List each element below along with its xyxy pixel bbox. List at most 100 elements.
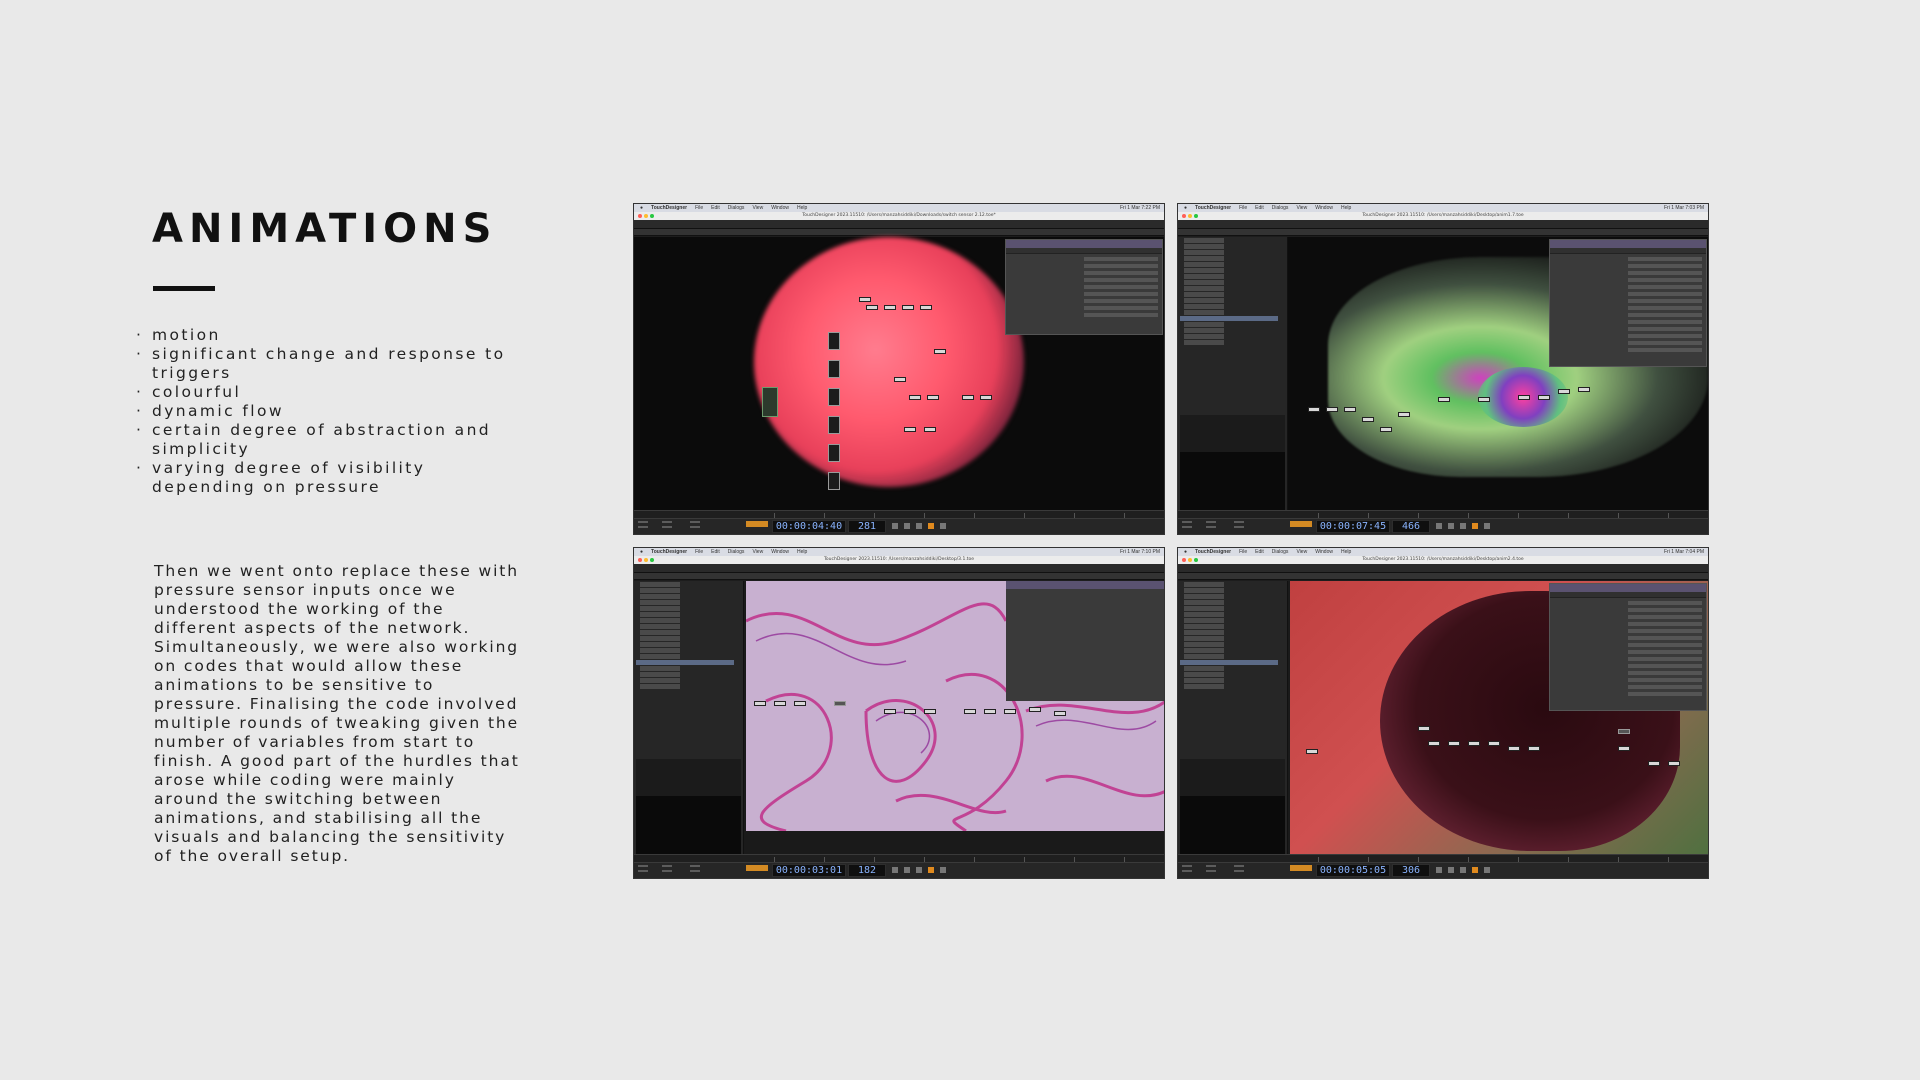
menu-edit[interactable]: Edit xyxy=(1255,205,1264,211)
operator-node[interactable] xyxy=(866,305,878,310)
operator-node[interactable] xyxy=(1448,741,1460,746)
timeline-ruler[interactable] xyxy=(1178,855,1708,863)
operator-node[interactable] xyxy=(1326,407,1338,412)
timecode-toggle[interactable] xyxy=(1290,865,1312,871)
menu-file[interactable]: File xyxy=(1239,205,1247,211)
menu-view[interactable]: View xyxy=(1296,205,1307,211)
operator-node[interactable] xyxy=(934,349,946,354)
parameter-panel[interactable] xyxy=(1549,239,1707,367)
menu-window[interactable]: Window xyxy=(771,205,789,211)
operator-node[interactable] xyxy=(902,305,914,310)
operator-node[interactable] xyxy=(904,427,916,432)
operator-node[interactable] xyxy=(962,395,974,400)
timeline[interactable]: 00:00:07:45 466 xyxy=(1178,510,1708,534)
operator-node[interactable] xyxy=(1508,746,1520,751)
operator-node[interactable] xyxy=(1478,397,1490,402)
operator-node[interactable] xyxy=(1398,412,1410,417)
operator-node[interactable] xyxy=(1380,427,1392,432)
menu-view[interactable]: View xyxy=(752,549,763,555)
timecode-display[interactable]: 00:00:07:45 xyxy=(1316,520,1390,533)
palette-browser[interactable] xyxy=(1178,581,1288,854)
stop-icon[interactable] xyxy=(916,523,922,529)
frame-display[interactable]: 281 xyxy=(848,520,886,533)
step-back-icon[interactable] xyxy=(904,867,910,873)
play-icon[interactable] xyxy=(928,523,934,529)
step-back-icon[interactable] xyxy=(1448,523,1454,529)
operator-node[interactable] xyxy=(1618,729,1630,734)
menu-help[interactable]: Help xyxy=(1341,205,1351,211)
operator-node[interactable] xyxy=(1528,746,1540,751)
timeline-ruler[interactable] xyxy=(634,855,1164,863)
play-icon[interactable] xyxy=(1472,867,1478,873)
operator-node[interactable] xyxy=(1054,711,1066,716)
palette-browser[interactable] xyxy=(634,581,744,854)
timecode-display[interactable]: 00:00:05:05 xyxy=(1316,864,1390,877)
operator-node[interactable] xyxy=(1308,407,1320,412)
operator-node[interactable] xyxy=(1468,741,1480,746)
parameter-panel[interactable] xyxy=(1005,239,1163,335)
timeline[interactable]: 00:00:03:01 182 xyxy=(634,854,1164,878)
operator-node[interactable] xyxy=(904,709,916,714)
operator-node[interactable] xyxy=(1438,397,1450,402)
operator-node[interactable] xyxy=(927,395,939,400)
operator-node[interactable] xyxy=(828,416,840,434)
menu-help[interactable]: Help xyxy=(797,549,807,555)
operator-node[interactable] xyxy=(884,709,896,714)
step-forward-icon[interactable] xyxy=(1484,867,1490,873)
operator-node[interactable] xyxy=(1488,741,1500,746)
operator-node[interactable] xyxy=(884,305,896,310)
network-editor[interactable] xyxy=(1178,581,1708,854)
operator-node[interactable] xyxy=(1558,389,1570,394)
operator-node[interactable] xyxy=(980,395,992,400)
menu-window[interactable]: Window xyxy=(771,549,789,555)
rewind-icon[interactable] xyxy=(1436,523,1442,529)
timecode-display[interactable]: 00:00:04:40 xyxy=(772,520,846,533)
menu-window[interactable]: Window xyxy=(1315,549,1333,555)
frame-display[interactable]: 182 xyxy=(848,864,886,877)
menu-file[interactable]: File xyxy=(1239,549,1247,555)
timeline-ruler[interactable] xyxy=(634,511,1164,519)
operator-node[interactable] xyxy=(1004,709,1016,714)
step-forward-icon[interactable] xyxy=(940,867,946,873)
menu-view[interactable]: View xyxy=(752,205,763,211)
operator-node[interactable] xyxy=(828,472,840,490)
menu-edit[interactable]: Edit xyxy=(711,205,720,211)
operator-node[interactable] xyxy=(774,701,786,706)
operator-node[interactable] xyxy=(1428,741,1440,746)
operator-node[interactable] xyxy=(859,297,871,302)
operator-node[interactable] xyxy=(909,395,921,400)
menu-help[interactable]: Help xyxy=(797,205,807,211)
timeline[interactable]: 00:00:05:05 306 xyxy=(1178,854,1708,878)
menu-help[interactable]: Help xyxy=(1341,549,1351,555)
operator-node[interactable] xyxy=(794,701,806,706)
menu-dialogs[interactable]: Dialogs xyxy=(1272,205,1289,211)
operator-node[interactable] xyxy=(894,377,906,382)
menu-view[interactable]: View xyxy=(1296,549,1307,555)
operator-node[interactable] xyxy=(1344,407,1356,412)
frame-display[interactable]: 466 xyxy=(1392,520,1430,533)
timecode-toggle[interactable] xyxy=(746,521,768,527)
operator-node[interactable] xyxy=(924,709,936,714)
stop-icon[interactable] xyxy=(1460,867,1466,873)
operator-node[interactable] xyxy=(1518,395,1530,400)
parameter-panel[interactable] xyxy=(1549,583,1707,711)
timecode-display[interactable]: 00:00:03:01 xyxy=(772,864,846,877)
operator-node[interactable] xyxy=(1418,726,1430,731)
play-icon[interactable] xyxy=(928,867,934,873)
operator-node[interactable] xyxy=(1306,749,1318,754)
play-icon[interactable] xyxy=(1472,523,1478,529)
operator-node[interactable] xyxy=(754,701,766,706)
stop-icon[interactable] xyxy=(1460,523,1466,529)
menu-dialogs[interactable]: Dialogs xyxy=(728,549,745,555)
operator-node[interactable] xyxy=(828,388,840,406)
operator-node[interactable] xyxy=(984,709,996,714)
operator-node[interactable] xyxy=(920,305,932,310)
operator-node[interactable] xyxy=(834,701,846,706)
operator-node[interactable] xyxy=(1362,417,1374,422)
step-forward-icon[interactable] xyxy=(940,523,946,529)
menu-dialogs[interactable]: Dialogs xyxy=(728,205,745,211)
operator-node[interactable] xyxy=(924,427,936,432)
network-editor[interactable] xyxy=(634,581,1164,854)
step-forward-icon[interactable] xyxy=(1484,523,1490,529)
operator-node[interactable] xyxy=(1648,761,1660,766)
